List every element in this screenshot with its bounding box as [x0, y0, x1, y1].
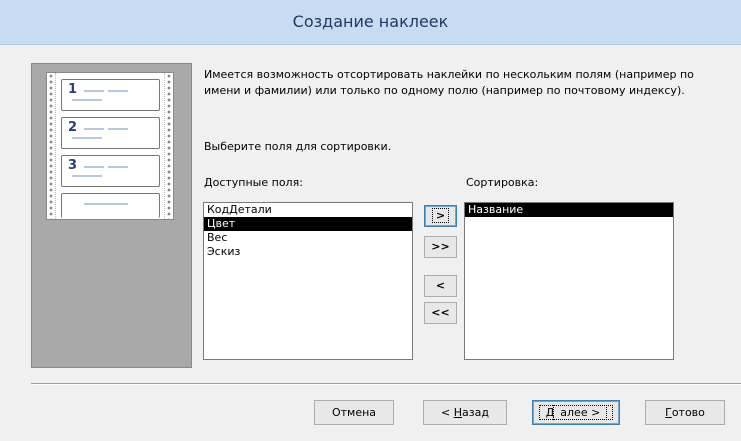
available-fields-label: Доступные поля: [204, 176, 303, 189]
sort-prompt: Выберите поля для сортировки. [204, 140, 392, 153]
sample-label-4 [61, 193, 160, 218]
sample-label-3: 3 [61, 155, 160, 187]
list-item-selected[interactable]: Название [465, 203, 673, 217]
list-item[interactable]: Эскиз [204, 245, 412, 259]
add-field-button[interactable]: > [424, 205, 457, 227]
list-item[interactable]: Вес [204, 231, 412, 245]
intro-text: Имеется возможность отсортировать наклей… [204, 68, 694, 97]
remove-field-button[interactable]: < [424, 275, 457, 297]
window-title: Создание наклеек [292, 12, 449, 31]
sort-fields-list[interactable]: Название [464, 202, 674, 360]
label-number-1: 1 [68, 82, 78, 97]
label-illustration: 1 2 3 [31, 63, 192, 368]
label-number-3: 3 [68, 158, 78, 173]
label-number-2: 2 [68, 120, 78, 135]
next-button[interactable]: Далее > [532, 400, 620, 425]
title-bar: Создание наклеек [0, 0, 741, 45]
sort-fields-label: Сортировка: [466, 176, 539, 189]
cancel-button[interactable]: Отмена [314, 400, 394, 425]
list-item[interactable]: КодДетали [204, 203, 412, 217]
available-fields-list[interactable]: КодДетали Цвет Вес Эскиз [203, 202, 413, 360]
sample-label-1: 1 [61, 79, 160, 111]
back-button[interactable]: < Назад [423, 400, 507, 425]
finish-button[interactable]: Готово [645, 400, 725, 425]
footer-divider [31, 383, 741, 385]
remove-all-fields-button[interactable]: << [424, 302, 457, 324]
label-sheet-image: 1 2 3 [46, 72, 174, 220]
sample-label-2: 2 [61, 117, 160, 149]
add-all-fields-button[interactable]: >> [424, 236, 457, 258]
list-item-selected[interactable]: Цвет [204, 217, 412, 231]
